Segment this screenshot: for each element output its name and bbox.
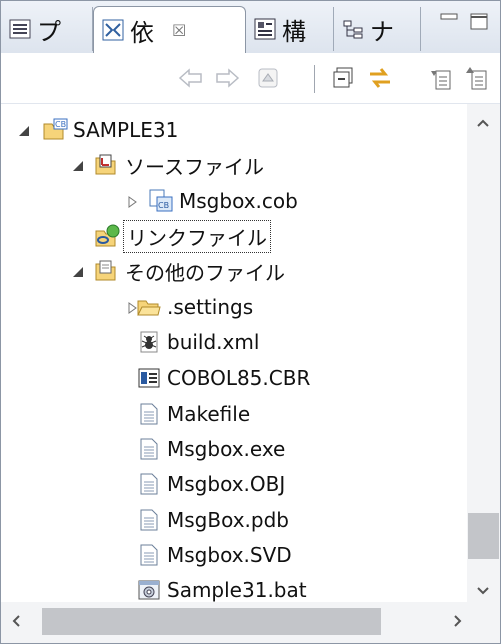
link-with-editor-icon[interactable]	[367, 65, 393, 91]
tree-item-source-file[interactable]: CB Msgbox.cob	[149, 183, 298, 219]
tree-item-label: MsgBox.pdb	[167, 508, 289, 532]
scroll-right-icon[interactable]	[453, 614, 463, 632]
tab-dependency[interactable]: 依 ☒	[93, 6, 246, 53]
toolbar-separator	[314, 65, 315, 93]
tree-item-label: Msgbox.exe	[167, 437, 286, 461]
text-file-icon	[137, 543, 161, 567]
expand-toggle-icon[interactable]	[125, 195, 139, 209]
view-tab-strip: プ 依 ☒ 構 ナ	[1, 1, 500, 53]
tab-navigator[interactable]: ナ	[334, 7, 421, 51]
tree-item-source-folder[interactable]: ソースファイル	[95, 147, 264, 183]
text-file-icon	[137, 508, 161, 532]
forward-arrow-icon[interactable]	[214, 65, 240, 91]
tab-label: ナ	[370, 17, 394, 46]
cobol-project-icon: CB	[43, 118, 68, 142]
collapse-all-icon[interactable]	[331, 65, 357, 91]
tree-item-label: Sample31.bat	[167, 578, 307, 602]
text-file-icon	[137, 437, 161, 461]
dependency-icon	[102, 19, 124, 41]
back-arrow-icon[interactable]	[178, 65, 204, 91]
svg-text:CB: CB	[55, 120, 66, 129]
structure-icon	[254, 18, 276, 40]
tree-item-label: Makefile	[167, 402, 251, 426]
cobol-file-icon: CB	[149, 189, 173, 213]
tree-item-file[interactable]: Msgbox.exe	[137, 431, 285, 467]
scroll-left-icon[interactable]	[11, 614, 21, 632]
tree-item-label: Msgbox.OBJ	[167, 472, 286, 496]
tree-item-label: SAMPLE31	[73, 118, 179, 142]
tree-item-file[interactable]: COBOL85.CBR	[137, 360, 310, 396]
tree-item-label: .settings	[167, 295, 254, 319]
folder-icon	[137, 295, 161, 319]
tree-item-file[interactable]: Msgbox.SVD	[137, 537, 292, 573]
expand-toggle-icon[interactable]	[71, 265, 85, 279]
source-folder-icon	[95, 153, 119, 177]
view-toolbar	[1, 53, 500, 104]
view-menu-icon[interactable]	[427, 65, 453, 91]
vertical-scrollbar[interactable]	[467, 104, 500, 602]
ant-build-icon	[137, 330, 161, 354]
scroll-down-icon[interactable]	[476, 582, 490, 600]
tab-label: プ	[37, 17, 61, 46]
tree-item-label: その他のファイル	[125, 260, 285, 285]
horizontal-scrollbar[interactable]	[1, 602, 500, 643]
minimize-icon[interactable]	[439, 11, 459, 31]
tree-item-project[interactable]: CB SAMPLE31	[43, 112, 178, 148]
text-file-icon	[137, 472, 161, 496]
expand-toggle-icon[interactable]	[71, 159, 85, 173]
svg-text:CB: CB	[158, 201, 169, 210]
navigator-icon	[342, 18, 364, 40]
tree-item-file[interactable]: Makefile	[137, 396, 250, 432]
tree-item-link-files[interactable]: リンクファイル	[95, 218, 271, 254]
tree-item-file[interactable]: MsgBox.pdb	[137, 502, 289, 538]
tree-item-label: Msgbox.SVD	[167, 543, 292, 567]
link-files-icon	[95, 224, 120, 248]
tree-item-file[interactable]: Msgbox.OBJ	[137, 466, 285, 502]
tree-item-label: ソースファイル	[125, 154, 264, 179]
dependency-view: プ 依 ☒ 構 ナ CB SAMPLE31 ソースファイル CB Msgbox.…	[0, 0, 501, 644]
tab-structure[interactable]: 構	[246, 7, 334, 51]
project-explorer-icon	[9, 18, 31, 40]
tree-item-label: Msgbox.cob	[179, 189, 298, 213]
tree-item-settings-folder[interactable]: .settings	[137, 289, 253, 325]
tree-item-other-folder[interactable]: その他のファイル	[95, 253, 285, 289]
maximize-icon[interactable]	[469, 11, 489, 31]
horizontal-scroll-thumb[interactable]	[42, 608, 381, 635]
tab-project-explorer[interactable]: プ	[1, 7, 93, 51]
tab-label: 構	[282, 17, 306, 46]
scroll-up-icon[interactable]	[476, 114, 490, 132]
tree-item-file[interactable]: build.xml	[137, 324, 259, 360]
close-tab-icon[interactable]: ☒	[172, 21, 186, 40]
batch-file-icon	[137, 578, 161, 602]
filter-icon[interactable]	[463, 65, 489, 91]
other-files-folder-icon	[95, 259, 119, 283]
home-icon[interactable]	[255, 65, 281, 91]
tab-label: 依	[130, 18, 154, 47]
text-file-icon	[137, 402, 161, 426]
dependency-tree: CB SAMPLE31 ソースファイル CB Msgbox.cob リンクファイ…	[1, 104, 467, 602]
config-file-icon	[137, 366, 161, 390]
expand-toggle-icon[interactable]	[17, 124, 31, 138]
vertical-scroll-thumb[interactable]	[468, 513, 499, 559]
tree-item-label: リンクファイル	[123, 219, 271, 253]
tree-item-label: build.xml	[167, 330, 260, 354]
tree-item-label: COBOL85.CBR	[167, 366, 311, 390]
